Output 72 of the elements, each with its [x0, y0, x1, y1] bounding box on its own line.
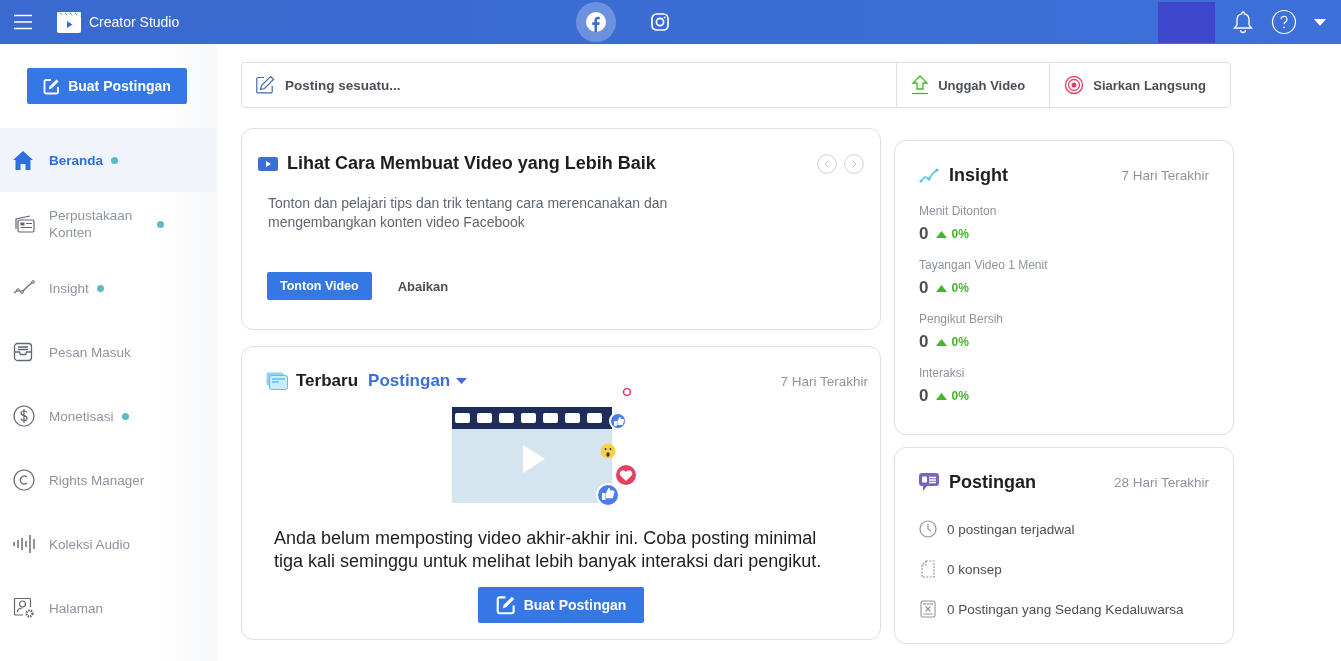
document-icon — [919, 560, 937, 578]
metric-value: 0 — [919, 386, 929, 406]
up-triangle-icon — [936, 338, 948, 346]
cards-icon — [13, 214, 35, 234]
trend-line-icon — [13, 280, 35, 296]
post-status-text: 0 Postingan yang Sedang Kedaluwarsa — [947, 601, 1184, 617]
sidebar-item[interactable]: Halaman — [0, 576, 217, 640]
post-type-dropdown[interactable]: Postingan — [366, 371, 468, 391]
metric-value: 0 — [919, 278, 929, 298]
cards-icon — [266, 372, 288, 390]
video-play-icon — [258, 156, 278, 171]
metric-label: Tayangan Video 1 Menit — [919, 258, 1049, 272]
metric-change: 0% — [951, 389, 969, 403]
metric-label: Interaksi — [919, 366, 966, 380]
edit-icon — [255, 75, 275, 95]
up-triangle-icon — [936, 392, 948, 400]
card-title: Terbaru — [296, 371, 359, 391]
facebook-icon — [586, 12, 606, 32]
card-title: Postingan — [949, 472, 1036, 493]
sidebar-item[interactable]: Perpustakaan Konten — [0, 192, 217, 256]
sidebar-item[interactable]: Monetisasi — [0, 384, 217, 448]
metric-value: 0 — [919, 332, 929, 352]
metric-value: 0 — [919, 224, 929, 244]
metric-label: Pengikut Bersih — [919, 312, 1005, 326]
caret-icon[interactable] — [1314, 18, 1326, 26]
edit-icon — [495, 595, 516, 615]
sidebar-item[interactable]: Beranda — [0, 128, 217, 192]
expired-icon — [919, 600, 937, 618]
clapperboard-logo-icon — [57, 11, 81, 33]
empty-state-message: Anda belum memposting video akhir-akhir ini. Coba posting minimal tiga kali seminggu untuk melihat lebih banyak interaksi dari pengikut. — [274, 527, 823, 573]
live-broadcast-icon — [1064, 75, 1085, 95]
menu-icon[interactable] — [13, 14, 33, 30]
facebook-tab[interactable] — [576, 2, 616, 42]
app-name: Creator Studio — [89, 14, 180, 30]
sidebar-item[interactable]: Insight — [0, 256, 217, 320]
notifications-bell-icon[interactable] — [1232, 10, 1254, 34]
dollar-icon — [13, 405, 35, 427]
time-period: 7 Hari Terakhir — [780, 373, 868, 389]
card-description: Tonton dan pelajari tips dan trik tentang cara merencanakan dan mengembangkan konten video Facebook — [268, 194, 669, 232]
sidebar-item[interactable]: Pesan Masuk — [0, 320, 217, 384]
sound-wave-icon — [13, 534, 35, 554]
metric-change: 0% — [951, 281, 969, 295]
post-status-text: 0 postingan terjadwal — [947, 521, 1075, 537]
inbox-icon — [13, 342, 33, 362]
metric-change: 0% — [951, 227, 969, 241]
clock-icon — [919, 520, 937, 538]
sidebar-item[interactable]: Rights Manager — [0, 448, 217, 512]
card-title: Lihat Cara Membuat Video yang Lebih Baik — [287, 153, 657, 174]
help-icon[interactable] — [1271, 9, 1297, 35]
upload-icon — [911, 75, 930, 95]
caret-icon — [456, 378, 468, 384]
watch-video-button[interactable]: Tonton Video — [267, 272, 372, 300]
up-triangle-icon — [936, 230, 948, 238]
home-icon — [13, 150, 33, 170]
trend-line-icon — [919, 167, 939, 184]
speech-bubble-icon — [919, 473, 939, 492]
up-triangle-icon — [936, 284, 948, 292]
edit-icon — [43, 77, 61, 95]
metric-change: 0% — [951, 335, 969, 349]
profile-settings-icon — [13, 597, 35, 619]
time-period: 28 Hari Terakhir — [1113, 475, 1209, 490]
instagram-icon — [651, 13, 669, 31]
dismiss-button[interactable]: Abaikan — [391, 277, 455, 295]
create-post-button[interactable]: Buat Postingan — [27, 68, 187, 104]
metric-label: Menit Ditonton — [919, 204, 998, 218]
copyright-icon — [13, 469, 35, 491]
card-title: Insight — [949, 165, 1008, 186]
time-period: 7 Hari Terakhir — [1121, 168, 1209, 183]
live-broadcast-button[interactable]: Siarkan Langsung — [1049, 63, 1230, 107]
post-status-text: 0 konsep — [947, 561, 1002, 577]
create-post-button[interactable]: Buat Postingan — [478, 587, 644, 623]
sidebar-item[interactable]: Koleksi Audio — [0, 512, 217, 576]
